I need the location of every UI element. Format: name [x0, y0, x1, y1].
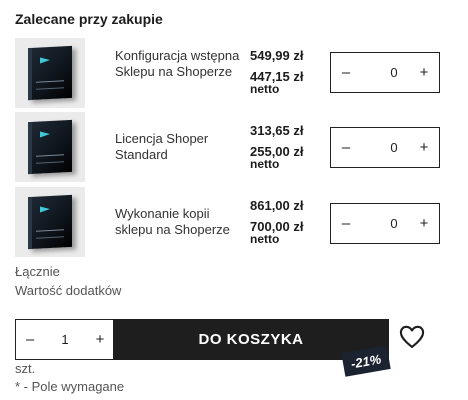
product-name[interactable]: Licencja Shoper Standard [115, 131, 245, 163]
product-image[interactable] [15, 187, 85, 257]
product-name[interactable]: Konfiguracja wstępna Sklepu na Shoperze [115, 48, 245, 80]
quantity-stepper: – 0 + [330, 127, 440, 168]
net-label: netto [250, 82, 280, 96]
product-box-icon [28, 119, 72, 175]
decrement-button[interactable]: – [331, 214, 361, 234]
decrement-button[interactable]: – [331, 138, 361, 158]
price-gross: 549,99 zł [250, 48, 304, 63]
increment-button[interactable]: + [86, 331, 114, 348]
increment-button[interactable]: + [409, 214, 439, 234]
quantity-input[interactable]: 0 [361, 65, 409, 80]
price-gross: 313,65 zł [250, 123, 304, 138]
addons-value-label: Wartość dodatków [15, 283, 122, 298]
price-net: 255,00 zł netto [250, 145, 304, 171]
quantity-input[interactable]: 0 [361, 216, 409, 231]
required-fields-note: * - Pole wymagane [15, 379, 125, 394]
quantity-stepper: – 0 + [330, 52, 440, 93]
decrement-button[interactable]: – [331, 63, 361, 83]
price-net: 447,15 zł netto [250, 70, 304, 96]
decrement-button[interactable]: – [16, 331, 44, 348]
total-label: Łącznie [15, 264, 60, 279]
product-image[interactable] [15, 38, 85, 108]
unit-label: szt. [15, 361, 36, 376]
product-box-icon [28, 45, 72, 101]
quantity-input[interactable]: 1 [44, 332, 86, 347]
product-name[interactable]: Wykonanie kopii sklepu na Shoperze [115, 206, 245, 238]
product-box-icon [28, 194, 72, 250]
net-label: netto [250, 232, 280, 246]
price-gross: 861,00 zł [250, 198, 304, 213]
increment-button[interactable]: + [409, 63, 439, 83]
price-net: 700,00 zł netto [250, 220, 304, 246]
product-row: Wykonanie kopii sklepu na Shoperze 861,0… [15, 187, 445, 257]
increment-button[interactable]: + [409, 138, 439, 158]
net-label: netto [250, 157, 280, 171]
product-image[interactable] [15, 112, 85, 182]
main-quantity-stepper: – 1 + [15, 319, 115, 360]
heart-icon[interactable] [398, 323, 426, 351]
product-row: Licencja Shoper Standard 313,65 zł 255,0… [15, 112, 445, 182]
section-title: Zalecane przy zakupie [15, 11, 163, 27]
product-row: Konfiguracja wstępna Sklepu na Shoperze … [15, 38, 445, 108]
quantity-stepper: – 0 + [330, 203, 440, 244]
quantity-input[interactable]: 0 [361, 140, 409, 155]
